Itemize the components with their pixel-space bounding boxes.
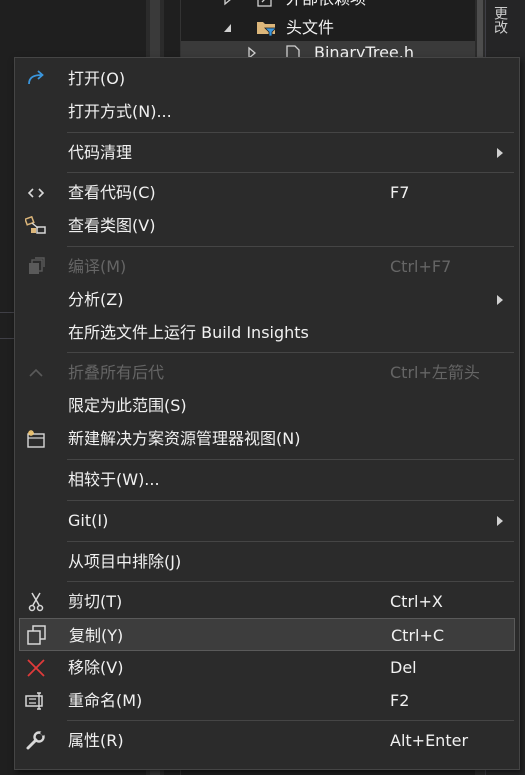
menu-item-shortcut: Alt+Enter <box>390 731 469 750</box>
menu-item-new-explorer-view[interactable]: 新建解决方案资源管理器视图(N) <box>15 422 519 455</box>
menu-item-label: 复制(Y) <box>69 626 124 645</box>
menu-item-label: Git(I) <box>68 511 109 530</box>
menu-item-label: 相较于(W)... <box>68 470 160 489</box>
menu-item-shortcut: Ctrl+X <box>390 592 443 611</box>
menu-separator <box>67 459 514 460</box>
collapse-icon <box>29 368 43 377</box>
copy-icon <box>27 625 46 645</box>
tab-git-changes[interactable]: 更改 <box>488 6 510 34</box>
menu-item-label: 折叠所有后代 <box>68 363 165 382</box>
tree-item-label: 外部依赖项 <box>286 0 366 10</box>
external-deps-icon <box>257 0 272 7</box>
menu-item-scope-to-this[interactable]: 限定为此范围(S) <box>15 389 519 422</box>
menu-item-rename[interactable]: 重命名(M) F2 <box>15 684 519 717</box>
menu-item-label: 打开(O) <box>68 69 126 88</box>
menu-item-collapse-all[interactable]: 折叠所有后代 Ctrl+左箭头 <box>15 356 519 389</box>
collapse-arrow-icon[interactable] <box>222 17 234 39</box>
menu-item-compare-with[interactable]: 相较于(W)... <box>15 463 519 496</box>
menu-item-label: 新建解决方案资源管理器视图(N) <box>68 429 301 448</box>
tree-item-external-deps[interactable]: 外部依赖项 <box>222 0 472 10</box>
menu-separator <box>67 132 514 133</box>
tree-item-label: 头文件 <box>286 18 335 37</box>
menu-item-shortcut: F7 <box>390 183 410 202</box>
menu-item-shortcut: Ctrl+F7 <box>390 257 452 276</box>
menu-separator <box>67 172 514 173</box>
open-icon <box>28 70 44 85</box>
menu-item-label: 重命名(M) <box>68 691 143 710</box>
menu-item-label: 剪切(T) <box>68 592 123 611</box>
submenu-arrow-icon <box>497 516 503 526</box>
submenu-arrow-icon <box>497 148 503 158</box>
menu-separator <box>67 581 514 582</box>
menu-item-open[interactable]: 打开(O) <box>15 62 519 95</box>
menu-item-shortcut: Ctrl+左箭头 <box>390 363 480 382</box>
menu-item-exclude-from-project[interactable]: 从项目中排除(J) <box>15 545 519 578</box>
new-view-icon <box>27 430 45 448</box>
menu-item-view-class-diagram[interactable]: 查看类图(V) <box>15 209 519 242</box>
menu-item-label: 代码清理 <box>68 143 133 162</box>
submenu-arrow-icon <box>497 295 503 305</box>
rename-icon <box>25 692 43 710</box>
menu-separator <box>67 500 514 501</box>
menu-item-label: 编译(M) <box>68 257 127 276</box>
view-code-icon <box>27 188 45 198</box>
menu-item-label: 打开方式(N)... <box>68 102 172 121</box>
menu-item-label: 限定为此范围(S) <box>68 396 187 415</box>
remove-icon <box>27 659 45 677</box>
menu-item-open-with[interactable]: 打开方式(N)... <box>15 95 519 128</box>
menu-item-properties[interactable]: 属性(R) Alt+Enter <box>15 724 519 757</box>
menu-item-compile[interactable]: 编译(M) Ctrl+F7 <box>15 250 519 283</box>
menu-separator <box>67 720 514 721</box>
properties-icon <box>26 731 46 750</box>
menu-item-label: 在所选文件上运行 Build Insights <box>68 323 309 342</box>
cut-icon <box>28 592 44 612</box>
menu-item-run-build-insights[interactable]: 在所选文件上运行 Build Insights <box>15 316 519 349</box>
ide-window: 外部依赖项 头文件 BinaryTree.h 更改 <box>0 0 525 775</box>
menu-item-shortcut: Ctrl+C <box>391 626 445 645</box>
menu-item-label: 查看代码(C) <box>68 183 156 202</box>
menu-item-analyze[interactable]: 分析(Z) <box>15 283 519 316</box>
menu-item-label: 从项目中排除(J) <box>68 552 182 571</box>
menu-item-shortcut: Del <box>390 658 417 677</box>
menu-item-cut[interactable]: 剪切(T) Ctrl+X <box>15 585 519 618</box>
menu-item-label: 移除(V) <box>68 658 124 677</box>
class-diagram-icon <box>25 216 46 234</box>
menu-separator <box>67 352 514 353</box>
menu-item-shortcut: F2 <box>390 691 410 710</box>
filter-folder-icon <box>257 22 277 37</box>
tree-item-header-files[interactable]: 头文件 <box>222 17 472 39</box>
menu-item-label: 查看类图(V) <box>68 216 156 235</box>
menu-item-label: 属性(R) <box>68 731 124 750</box>
menu-item-code-cleanup[interactable]: 代码清理 <box>15 136 519 169</box>
menu-separator <box>67 541 514 542</box>
menu-separator <box>67 246 514 247</box>
expand-arrow-icon[interactable] <box>222 0 234 10</box>
context-menu: 打开(O) 打开方式(N)... 代码清理 查看代码(C) F7 查看类图(V)… <box>14 57 520 770</box>
compile-icon <box>29 257 45 274</box>
menu-item-copy[interactable]: 复制(Y) Ctrl+C <box>19 618 515 651</box>
menu-item-git[interactable]: Git(I) <box>15 504 519 537</box>
menu-item-label: 分析(Z) <box>68 290 124 309</box>
menu-item-remove[interactable]: 移除(V) Del <box>15 651 519 684</box>
menu-item-view-code[interactable]: 查看代码(C) F7 <box>15 176 519 209</box>
